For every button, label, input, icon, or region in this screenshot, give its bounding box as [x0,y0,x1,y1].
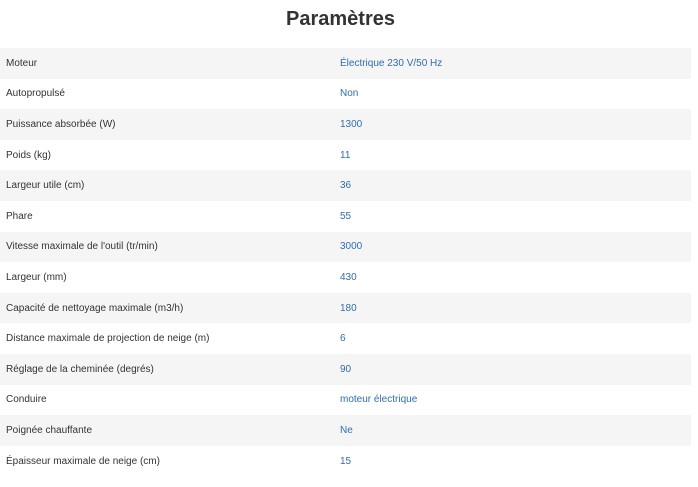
spec-value: 1300 [340,118,363,130]
spec-label: Distance maximale de projection de neige… [6,333,210,345]
spec-label: Poignée chauffante [6,424,93,436]
spec-row-largeur: Largeur (mm) 430 [0,262,691,293]
spec-row-distance: Distance maximale de projection de neige… [0,323,691,354]
spec-label: Phare [6,210,33,222]
spec-label: Autopropulsé [6,88,65,100]
spec-row-epaisseur: Épaisseur maximale de neige (cm) 15 [0,446,691,477]
spec-label: Largeur utile (cm) [6,180,85,192]
spec-value: 36 [340,180,352,192]
spec-label: Poids (kg) [6,149,52,161]
spec-value: 180 [340,302,357,314]
spec-label: Puissance absorbée (W) [6,118,116,130]
spec-value: 11 [340,149,351,161]
spec-row-cheminee: Réglage de la cheminée (degrés) 90 [0,353,691,385]
page-title: Paramètres [286,8,395,30]
spec-label: Conduire [6,394,47,406]
spec-row-poignee: Poignée chauffante Ne [0,415,691,446]
spec-value: 55 [340,210,352,222]
spec-row-conduire: Conduire moteur électrique [0,385,691,416]
spec-label: Largeur (mm) [6,271,67,283]
spec-value: moteur électrique [340,394,418,406]
spec-label: Épaisseur maximale de neige (cm) [6,455,160,467]
spec-table: Moteur Électrique 230 V/50 Hz Autopropul… [0,48,691,476]
spec-label: Moteur [6,57,38,69]
spec-row-puissance: Puissance absorbée (W) 1300 [0,109,691,140]
spec-label: Vitesse maximale de l'outil (tr/min) [6,241,158,253]
spec-row-phare: Phare 55 [0,201,691,232]
spec-value: 3000 [340,241,363,253]
spec-row-vitesse: Vitesse maximale de l'outil (tr/min) 300… [0,231,691,263]
spec-value: 6 [340,333,346,345]
spec-value: 15 [340,455,352,467]
spec-value: 90 [340,363,352,375]
spec-row-largeur-utile: Largeur utile (cm) 36 [0,170,691,201]
spec-value: 430 [340,271,357,283]
spec-value: Non [340,88,359,100]
spec-value: Ne [340,424,353,436]
spec-label: Réglage de la cheminée (degrés) [6,363,154,375]
spec-row-moteur: Moteur Électrique 230 V/50 Hz [0,48,691,79]
spec-row-capacite: Capacité de nettoyage maximale (m3/h) 18… [0,292,691,324]
spec-value: Électrique 230 V/50 Hz [340,57,443,69]
spec-row-poids: Poids (kg) 11 [0,140,691,171]
spec-row-autopropulse: Autopropulsé Non [0,79,691,110]
spec-label: Capacité de nettoyage maximale (m3/h) [6,302,184,314]
